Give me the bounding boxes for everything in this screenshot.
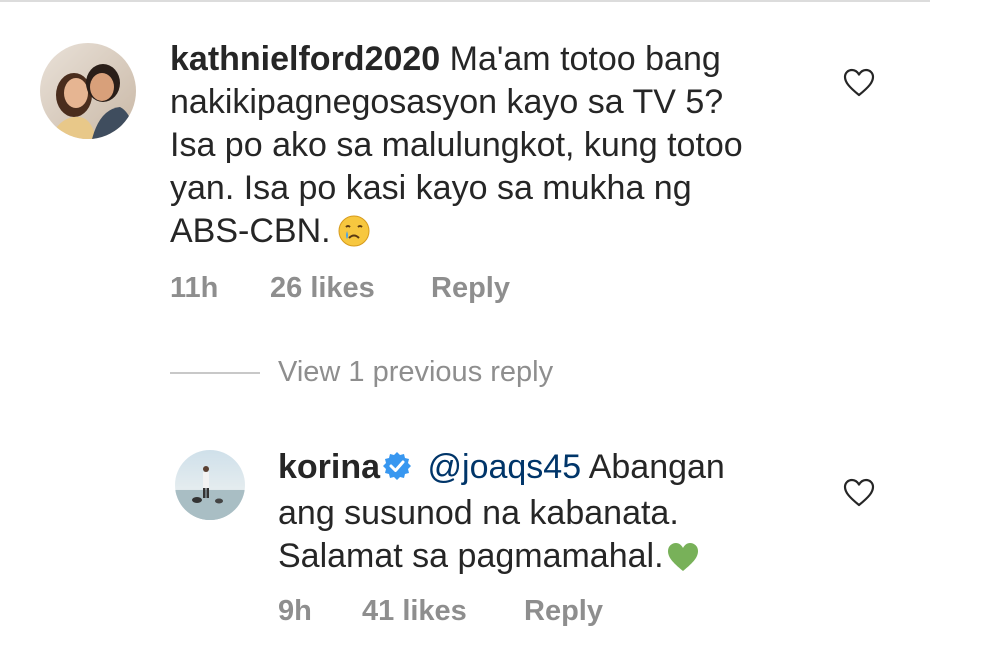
avatar-korina[interactable] [175,450,245,520]
reply-username[interactable]: korina [278,448,380,486]
reply-likes[interactable]: 41 likes [362,595,524,628]
reply-text: korina @joaqs45 Abangan ang susunod na k… [278,446,838,584]
crying-face-emoji [337,214,371,259]
reply-line: Abangan [588,448,725,486]
comment-line: ABS-CBN. [170,212,331,250]
reply-time: 9h [278,595,312,627]
comment-time: 11h [170,272,219,304]
verified-badge-icon [382,449,412,492]
comment-line: Isa po ako sa malulungkot, kung totoo [170,126,743,164]
reply-button[interactable]: Reply [524,595,603,628]
avatar-kathnielford2020[interactable] [40,43,136,139]
top-divider [0,0,930,2]
comment-username[interactable]: kathnielford2020 [170,40,440,78]
comment-meta: 11h 26 likes Reply [170,272,510,305]
reply-button[interactable]: Reply [431,272,510,305]
comment-line: yan. Isa po kasi kayo sa mukha ng [170,169,692,207]
like-heart-icon[interactable] [843,478,875,513]
replies-divider-line [170,371,260,374]
view-previous-label[interactable]: View 1 previous reply [278,356,553,389]
comment-text: kathnielford2020 Ma'am totoo bang nakiki… [170,38,870,259]
like-heart-icon[interactable] [843,68,875,103]
reply-meta: 9h 41 likes Reply [278,595,603,628]
comment-likes[interactable]: 26 likes [270,272,431,305]
green-heart-emoji [666,541,700,584]
comment-line: Ma'am totoo bang [449,40,721,78]
view-previous-replies[interactable]: View 1 previous reply [170,356,553,389]
reply-line: Salamat sa pagmamahal. [278,537,664,575]
reply-line: ang susunod na kabanata. [278,494,679,532]
comment-line: nakikipagnegosasyon kayo sa TV 5? [170,83,724,121]
mention-link[interactable]: @joaqs45 [428,448,582,486]
